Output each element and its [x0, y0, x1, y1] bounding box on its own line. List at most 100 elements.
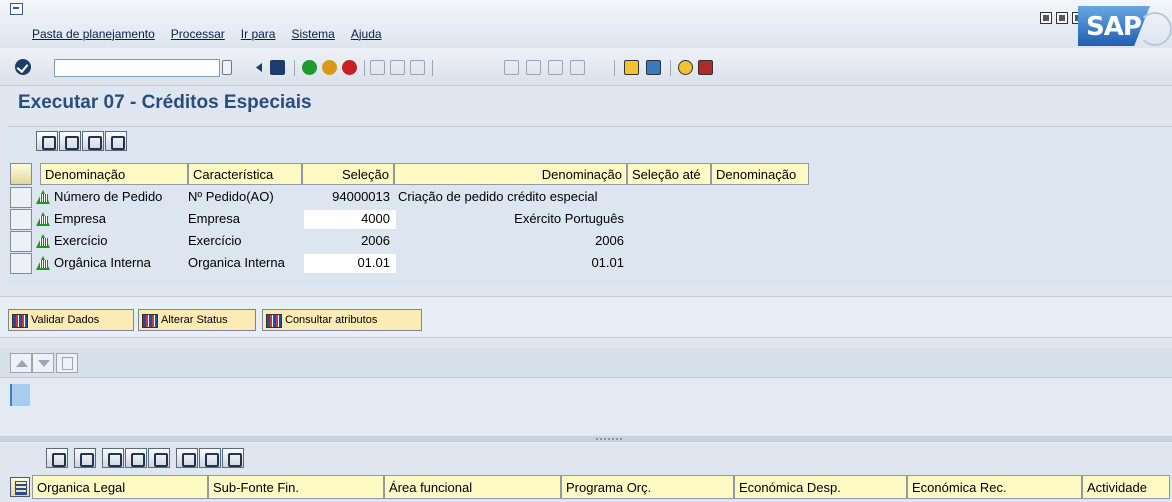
- layout-menu-icon[interactable]: [698, 60, 713, 75]
- maximize-icon[interactable]: [1056, 12, 1068, 24]
- cell-denominacao: Número de Pedido: [54, 189, 163, 204]
- system-menu-icon[interactable]: [10, 3, 23, 15]
- cell-caracteristica: Organica Interna: [188, 255, 285, 270]
- new-document-icon[interactable]: [125, 448, 147, 468]
- find-next-icon: [410, 60, 425, 75]
- col-denominacao[interactable]: Denominação: [40, 163, 188, 185]
- splitter[interactable]: [0, 436, 1172, 442]
- cell-denominacao-2: 01.01: [591, 255, 624, 270]
- delete-icon[interactable]: [82, 131, 104, 151]
- move-up-icon: [10, 353, 32, 373]
- col-denominacao-2[interactable]: Denominação: [394, 163, 627, 185]
- action-bar: Validar Dados Alterar Status Consultar a…: [0, 296, 1172, 338]
- expand-icon[interactable]: [36, 131, 58, 151]
- cell-caracteristica: Empresa: [188, 211, 241, 226]
- previous-page-icon: [526, 60, 541, 75]
- cursor-marker[interactable]: [10, 384, 30, 406]
- col-area-funcional[interactable]: Área funcional: [384, 475, 561, 499]
- characteristic-icon: [36, 256, 50, 270]
- copy-icon: [56, 353, 78, 373]
- first-page-icon: [504, 60, 519, 75]
- cell-caracteristica: Exercício: [188, 233, 242, 248]
- col-sub-fonte-fin[interactable]: Sub-Fonte Fin.: [208, 475, 384, 499]
- cell-denominacao-2: 2006: [595, 233, 624, 248]
- menu-ajuda[interactable]: Ajuda: [351, 27, 382, 41]
- characteristic-icon: [36, 190, 50, 204]
- cell-selecao[interactable]: 01.01: [302, 255, 390, 270]
- cancel-icon[interactable]: [342, 60, 357, 75]
- page-title: Executar 07 - Créditos Especiais: [18, 92, 312, 113]
- menu-processar[interactable]: Processar: [171, 27, 225, 41]
- save-icon[interactable]: [270, 60, 285, 75]
- exit-icon[interactable]: [322, 60, 337, 75]
- splitter-grip-icon[interactable]: [596, 438, 624, 440]
- print-icon: [370, 60, 385, 75]
- empty-area: [0, 379, 1172, 435]
- cell-caracteristica: Nº Pedido(AO): [188, 189, 274, 204]
- table-row: Orgânica Interna Organica Interna 01.01 …: [10, 253, 650, 274]
- copy-row-icon[interactable]: [148, 448, 170, 468]
- col-selecao[interactable]: Seleção: [302, 163, 394, 185]
- cell-denominacao: Exercício: [54, 233, 108, 248]
- consultar-atributos-button[interactable]: Consultar atributos: [262, 309, 422, 331]
- cell-denominacao-2: Exército Português: [514, 211, 624, 226]
- back-icon[interactable]: [302, 60, 317, 75]
- table-row: Número de Pedido Nº Pedido(AO) 94000013 …: [10, 187, 650, 208]
- next-page-icon: [548, 60, 563, 75]
- alterar-status-button[interactable]: Alterar Status: [138, 309, 256, 331]
- move-down-icon: [32, 353, 54, 373]
- cell-selecao[interactable]: 2006: [302, 233, 390, 248]
- command-history-icon[interactable]: [222, 60, 232, 75]
- refresh-icon[interactable]: [59, 131, 81, 151]
- table-row: Empresa Empresa 4000 Exército Português: [10, 209, 650, 230]
- cell-selecao[interactable]: 4000: [302, 211, 390, 226]
- minimize-icon[interactable]: [1040, 12, 1052, 24]
- cell-denominacao: Orgânica Interna: [54, 255, 151, 270]
- col-selecao-ate[interactable]: Seleção até: [627, 163, 711, 185]
- delete-row-icon[interactable]: [74, 448, 96, 468]
- col-actividade[interactable]: Actividade: [1082, 475, 1170, 499]
- col-organica-legal[interactable]: Organica Legal: [32, 475, 208, 499]
- grid2-toolbar: [46, 448, 244, 468]
- enter-icon[interactable]: [15, 59, 31, 75]
- cell-selecao[interactable]: 94000013: [302, 189, 390, 204]
- cell-denominacao: Empresa: [54, 211, 107, 226]
- cancel-change-icon[interactable]: [222, 448, 244, 468]
- menu-ir-para[interactable]: Ir para: [241, 27, 276, 41]
- standard-toolbar: [0, 48, 1172, 86]
- menu-pasta-planejamento[interactable]: Pasta de planejamento: [32, 27, 155, 41]
- row-selector[interactable]: [10, 231, 32, 252]
- refresh-grid-icon[interactable]: [102, 448, 124, 468]
- select-all-icon[interactable]: [10, 163, 32, 185]
- col-denominacao-3[interactable]: Denominação: [711, 163, 809, 185]
- back-arrow-icon[interactable]: [252, 60, 267, 75]
- col-economica-desp[interactable]: Económica Desp.: [734, 475, 907, 499]
- grid1-toolbar: [36, 131, 127, 151]
- validar-dados-button[interactable]: Validar Dados: [8, 309, 134, 331]
- row-selector[interactable]: [10, 253, 32, 274]
- new-session-icon[interactable]: [624, 60, 639, 75]
- menu-list: Pasta de planejamento Processar Ir para …: [32, 27, 382, 41]
- row-selector[interactable]: [10, 187, 32, 208]
- navigation-bar: [0, 348, 1172, 378]
- last-page-icon: [570, 60, 585, 75]
- change-icon[interactable]: [176, 448, 198, 468]
- table-row: Exercício Exercício 2006 2006: [10, 231, 650, 252]
- cell-denominacao-2: Criação de pedido crédito especial: [398, 189, 598, 204]
- characteristic-icon: [36, 212, 50, 226]
- change-all-icon[interactable]: [199, 448, 221, 468]
- menu-sistema[interactable]: Sistema: [291, 27, 334, 41]
- shortcut-icon[interactable]: [646, 60, 661, 75]
- row-selector[interactable]: [10, 209, 32, 230]
- command-field[interactable]: [54, 59, 220, 77]
- help-icon[interactable]: [678, 60, 693, 75]
- edit-icon[interactable]: [105, 131, 127, 151]
- find-icon: [390, 60, 405, 75]
- details-icon[interactable]: [46, 448, 68, 468]
- col-programa-orc[interactable]: Programa Orç.: [561, 475, 734, 499]
- col-economica-rec[interactable]: Económica Rec.: [907, 475, 1082, 499]
- sap-logo-text: SAP: [1086, 12, 1142, 42]
- col-caracteristica[interactable]: Característica: [188, 163, 302, 185]
- select-all-icon[interactable]: [10, 477, 30, 497]
- menu-bar: Pasta de planejamento Processar Ir para …: [0, 0, 1172, 48]
